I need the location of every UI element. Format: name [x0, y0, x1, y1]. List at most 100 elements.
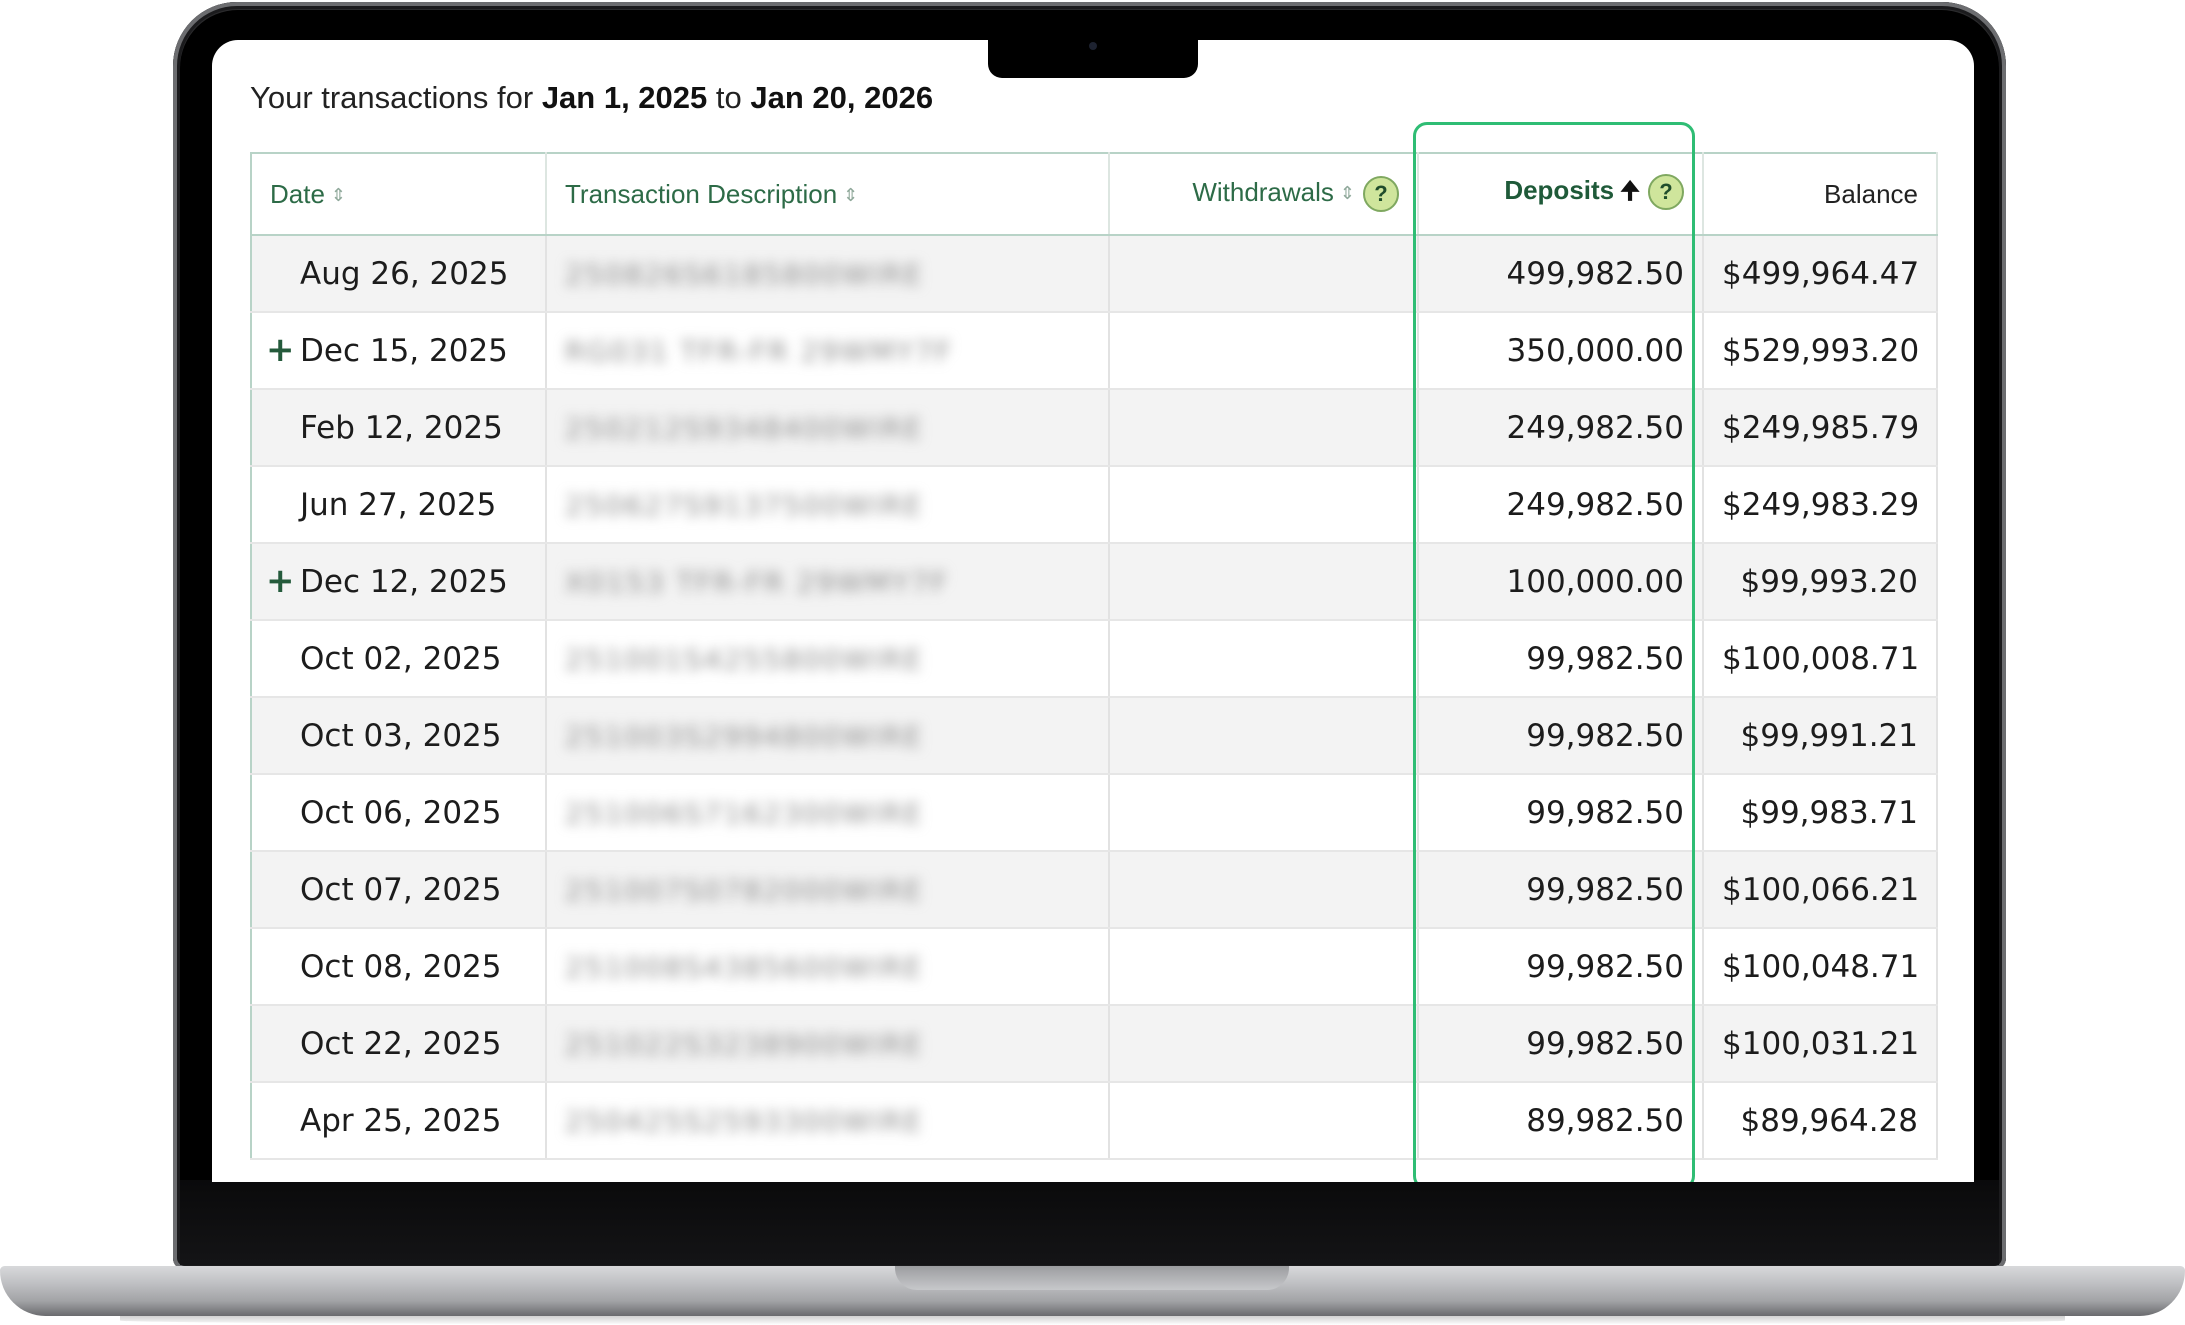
deposit-cell: 99,982.50: [1418, 928, 1704, 1006]
withdrawal-cell: [1109, 389, 1419, 467]
date-text: Oct 06, 2025: [300, 794, 502, 831]
column-header-date[interactable]: Date ⇕: [251, 153, 547, 236]
deposit-cell: 89,982.50: [1418, 1082, 1704, 1160]
period-end-date: Jan 20, 2026: [750, 80, 934, 115]
withdrawal-cell: [1109, 697, 1419, 775]
description-text-redacted: 251007S0782000WIRE: [565, 873, 924, 907]
balance-cell: $100,008.71: [1703, 620, 1938, 698]
description-text-redacted: 251022S3238900WIRE: [565, 1027, 924, 1061]
table-header-row: Date ⇕ Transaction Description ⇕ Withdrawa…: [251, 153, 1938, 236]
period-intro: Your transactions for: [250, 80, 534, 115]
transactions-body: Aug 26, 2025 250826S6185800WIRE 499,982.50…: [251, 235, 1938, 1160]
deposit-cell: 99,982.50: [1418, 851, 1704, 929]
date-header-label: Date: [270, 178, 325, 209]
laptop-chin: [180, 1180, 1999, 1265]
deposit-cell: 350,000.00: [1418, 312, 1704, 390]
description-text-redacted: 251008S4385600WIRE: [565, 950, 924, 984]
table-row[interactable]: Oct 22, 2025 251022S3238900WIRE 99,982.50 $…: [251, 1005, 1938, 1083]
balance-header-label: Balance: [1824, 178, 1918, 209]
statement-period: Your transactions for Jan 1, 2025 to Jan…: [250, 80, 933, 116]
arrow-up-icon: 🠉: [1620, 177, 1640, 205]
date-cell: + Dec 12, 2025: [251, 543, 547, 621]
description-cell: 251007S0782000WIRE: [546, 851, 1110, 929]
date-cell: Oct 03, 2025: [251, 697, 547, 775]
column-header-withdrawals[interactable]: Withdrawals ⇕?: [1109, 153, 1419, 236]
column-header-deposits[interactable]: Deposits 🠉?: [1418, 153, 1704, 236]
table-row[interactable]: Oct 03, 2025 251003S2994800WIRE 99,982.50 $…: [251, 697, 1938, 775]
plus-icon[interactable]: +: [266, 333, 295, 367]
table-row[interactable]: Jun 27, 2025 250627S9137500WIRE 249,982.50…: [251, 466, 1938, 544]
deposit-cell: 99,982.50: [1418, 774, 1704, 852]
description-cell: 250627S9137500WIRE: [546, 466, 1110, 544]
withdrawal-cell: [1109, 1082, 1419, 1160]
date-text: Oct 02, 2025: [300, 640, 502, 677]
withdrawal-cell: [1109, 1005, 1419, 1083]
table-row[interactable]: Oct 08, 2025 251008S4385600WIRE 99,982.50 $…: [251, 928, 1938, 1006]
description-cell: 251008S4385600WIRE: [546, 928, 1110, 1006]
deposit-cell: 249,982.50: [1418, 389, 1704, 467]
withdrawal-cell: [1109, 543, 1419, 621]
withdrawal-cell: [1109, 235, 1419, 313]
plus-icon[interactable]: +: [266, 564, 295, 598]
description-text-redacted: 250425S2593300WIRE: [565, 1104, 924, 1138]
table-row[interactable]: Feb 12, 2025 250212S9348400WIRE 249,982.50…: [251, 389, 1938, 467]
deposit-cell: 249,982.50: [1418, 466, 1704, 544]
description-cell: X0153 TFR-FR 29WMY7F: [546, 543, 1110, 621]
laptop-hinge-notch: [895, 1266, 1289, 1290]
withdrawal-cell: [1109, 620, 1419, 698]
balance-cell: $99,991.21: [1703, 697, 1938, 775]
table-row[interactable]: Oct 02, 2025 251001S4255800WIRE 99,982.50 $…: [251, 620, 1938, 698]
table-row[interactable]: + Dec 15, 2025 RG031 TFR-FR 29WMY7F 350,000…: [251, 312, 1938, 390]
date-cell: Oct 22, 2025: [251, 1005, 547, 1083]
description-cell: 251001S4255800WIRE: [546, 620, 1110, 698]
date-text: Oct 08, 2025: [300, 948, 502, 985]
balance-cell: $99,983.71: [1703, 774, 1938, 852]
laptop-screen: Your transactions for Jan 1, 2025 to Jan…: [212, 40, 1974, 1182]
date-text: Aug 26, 2025: [300, 255, 509, 292]
laptop-shadow: [120, 1316, 2065, 1325]
date-text: Feb 12, 2025: [300, 409, 503, 446]
transactions-table: Date ⇕ Transaction Description ⇕ Withdrawa…: [250, 152, 1938, 1160]
deposits-header-label: Deposits: [1504, 174, 1615, 205]
table-row[interactable]: Oct 06, 2025 251006S7162300WIRE 99,982.50 $…: [251, 774, 1938, 852]
description-text-redacted: 250826S6185800WIRE: [565, 257, 924, 291]
date-text: Apr 25, 2025: [300, 1102, 502, 1139]
description-cell: 251022S3238900WIRE: [546, 1005, 1110, 1083]
withdrawal-cell: [1109, 466, 1419, 544]
date-cell: Aug 26, 2025: [251, 235, 547, 313]
table-row[interactable]: Aug 26, 2025 250826S6185800WIRE 499,982.50…: [251, 235, 1938, 313]
date-cell: Apr 25, 2025: [251, 1082, 547, 1160]
question-circle-icon[interactable]: ?: [1648, 173, 1684, 210]
deposit-cell: 99,982.50: [1418, 697, 1704, 775]
description-text-redacted: 250627S9137500WIRE: [565, 488, 924, 522]
column-header-description[interactable]: Transaction Description ⇕: [546, 153, 1110, 236]
description-cell: 250826S6185800WIRE: [546, 235, 1110, 313]
date-cell: Oct 02, 2025: [251, 620, 547, 698]
table-row[interactable]: Apr 25, 2025 250425S2593300WIRE 89,982.50 $…: [251, 1082, 1938, 1160]
balance-cell: $100,048.71: [1703, 928, 1938, 1006]
balance-cell: $100,031.21: [1703, 1005, 1938, 1083]
table-row[interactable]: Oct 07, 2025 251007S0782000WIRE 99,982.50 $…: [251, 851, 1938, 929]
withdrawal-cell: [1109, 928, 1419, 1006]
balance-cell: $249,983.29: [1703, 466, 1938, 544]
question-circle-icon[interactable]: ?: [1363, 176, 1399, 212]
description-text-redacted: 251001S4255800WIRE: [565, 642, 924, 676]
deposit-cell: 100,000.00: [1418, 543, 1704, 621]
description-text-redacted: 251003S2994800WIRE: [565, 719, 924, 753]
balance-cell: $99,993.20: [1703, 543, 1938, 621]
deposit-cell: 99,982.50: [1418, 620, 1704, 698]
withdrawal-cell: [1109, 851, 1419, 929]
table-row[interactable]: + Dec 12, 2025 X0153 TFR-FR 29WMY7F 100,000…: [251, 543, 1938, 621]
period-connector: to: [715, 80, 742, 115]
description-text-redacted: X0153 TFR-FR 29WMY7F: [565, 565, 949, 599]
withdrawal-cell: [1109, 774, 1419, 852]
balance-cell: $89,964.28: [1703, 1082, 1938, 1160]
description-cell: 251003S2994800WIRE: [546, 697, 1110, 775]
description-text-redacted: 250212S9348400WIRE: [565, 411, 924, 445]
description-text-redacted: RG031 TFR-FR 29WMY7F: [565, 334, 954, 368]
camera-lens: [1089, 42, 1097, 50]
balance-cell: $249,985.79: [1703, 389, 1938, 467]
date-text: Dec 12, 2025: [300, 563, 508, 600]
sort-up-down-icon: ⇕: [1339, 182, 1355, 203]
period-start-date: Jan 1, 2025: [541, 80, 708, 115]
